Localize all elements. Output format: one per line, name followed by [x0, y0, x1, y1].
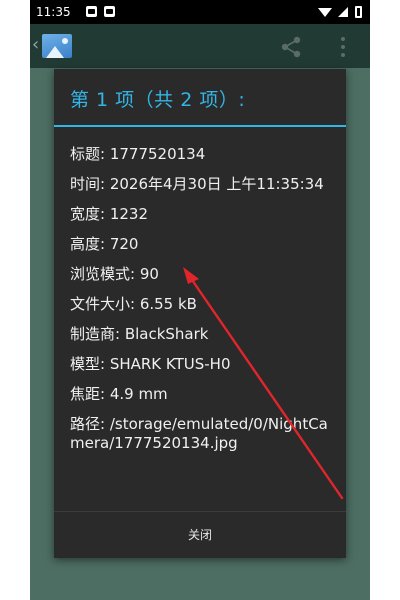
status-time: 11:35: [36, 5, 71, 19]
detail-model: 模型: SHARK KTUS-H0: [70, 355, 231, 373]
detail-orientation: 浏览模式: 90: [70, 265, 159, 283]
details-dialog: 第 1 项（共 2 项）: 标题: 1777520134 时间: 2026年4月…: [54, 69, 346, 558]
gallery-app-icon[interactable]: [42, 34, 72, 58]
detail-height: 高度: 720: [70, 235, 139, 253]
detail-width: 宽度: 1232: [70, 205, 148, 223]
signal-icon: [338, 7, 348, 17]
detail-file-size: 文件大小: 6.55 kB: [70, 295, 197, 313]
dialog-title: 第 1 项（共 2 项）:: [70, 89, 246, 111]
title-divider: [54, 125, 346, 127]
share-icon[interactable]: [278, 34, 304, 60]
detail-maker: 制造商: BlackShark: [70, 325, 209, 343]
detail-time: 时间: 2026年4月30日 上午11:35:34: [70, 175, 324, 193]
wifi-icon: [318, 8, 332, 17]
phone-screen: 11:35 ‹ 第 1 项（共 2 项）: 标题: 1777520134 时间:: [30, 0, 370, 600]
detail-path: 路径: /storage/emulated/0/NightCamera/1777…: [70, 415, 328, 452]
gallery-notification-icon: [86, 6, 97, 17]
app-bar: ‹: [30, 24, 370, 68]
notification-icon: [104, 6, 115, 17]
battery-icon: [355, 6, 362, 18]
back-chevron-icon[interactable]: ‹: [32, 34, 39, 55]
detail-title: 标题: 1777520134: [70, 145, 206, 163]
detail-focal-length: 焦距: 4.9 mm: [70, 385, 168, 403]
status-bar: 11:35: [30, 0, 370, 24]
close-button[interactable]: 关闭: [54, 512, 346, 558]
details-list: 标题: 1777520134 时间: 2026年4月30日 上午11:35:34…: [70, 145, 334, 464]
more-options-icon[interactable]: [336, 34, 350, 60]
